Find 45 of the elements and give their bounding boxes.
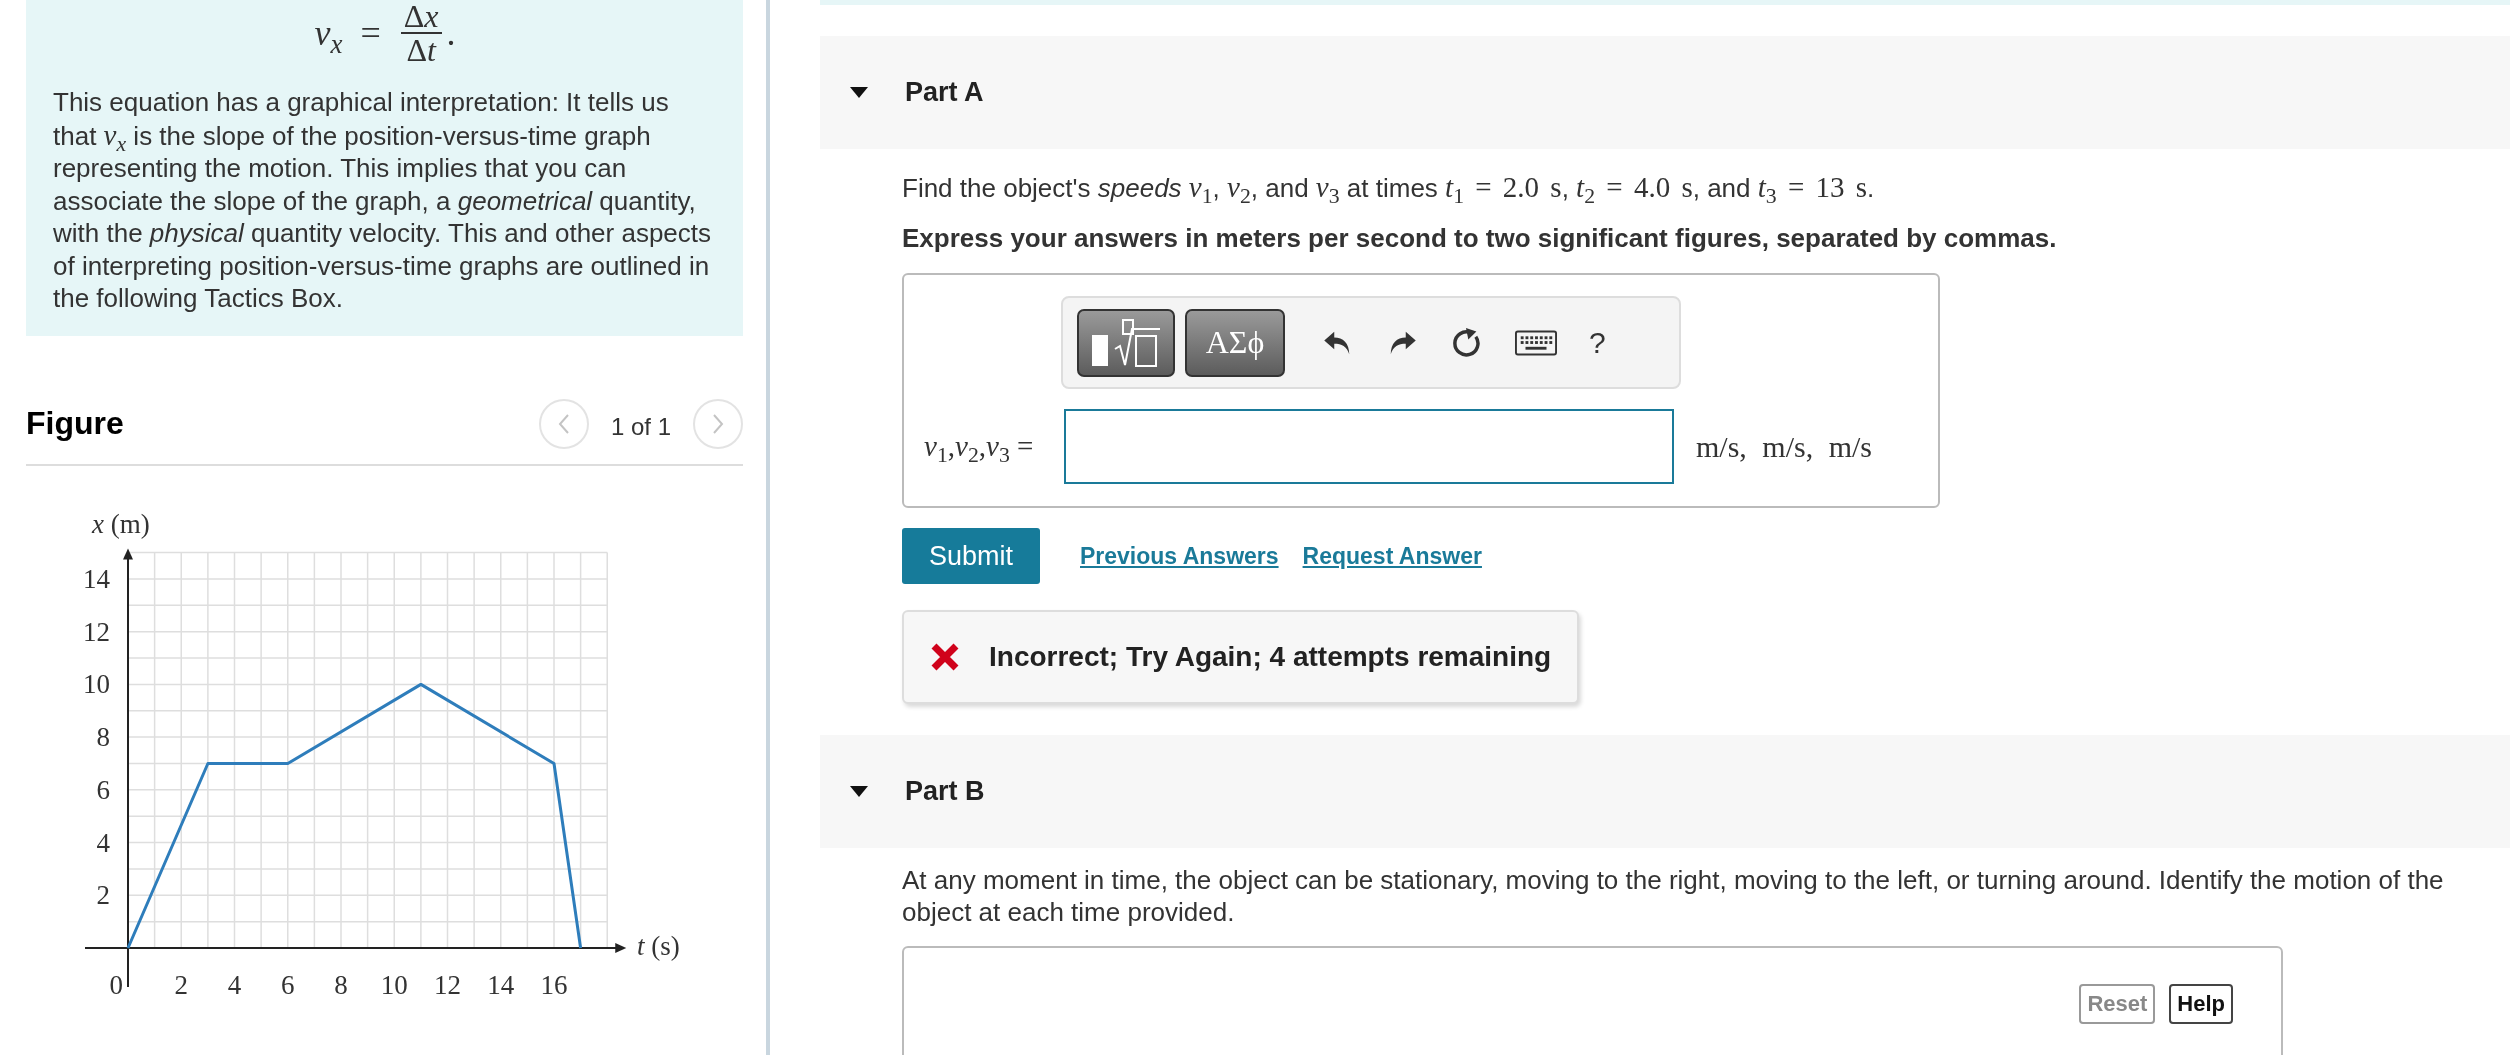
question-text: Find the object's speeds v$_{1}$, v$_{2}$, and v$_{3}$ at times t$_{1}$ = 2.0 s, t$_{2}$ = 4.0 s, and t$_{3}$ = 13 s.	[902, 171, 1876, 204]
chevron-right-icon	[712, 413, 724, 434]
axis-title: t (s)	[637, 930, 680, 961]
tick-label: 10	[380, 969, 408, 999]
tick-label: 6	[281, 969, 295, 999]
question-text: At any moment in time, the object can be stationary, moving to the right, moving to the left, or turning around. Identify the motion of the object at each time provided.	[902, 864, 2445, 928]
answer-link[interactable]: Request Answer	[1302, 542, 1482, 570]
info-paragraph: This equation has a graphical interpretation: It tells us that v$_{x}$ is the slope of the position-versus-time graph representing the motion. This implies that you can associate the slope of the graph, a geometrical quantity, with the physical quantity velocity. This and other aspects of interpreting position-versus-time graphs are outlined in the following Tactics Box.	[53, 86, 713, 315]
refresh-icon	[1451, 327, 1481, 358]
axis-title: x (m)	[92, 508, 150, 539]
templates-icon	[1091, 318, 1161, 367]
tick-label: 0	[109, 969, 123, 999]
tick-label: 16	[540, 969, 568, 999]
answer-link[interactable]: Previous Answers	[1080, 542, 1279, 570]
part-header[interactable]: Part B	[820, 735, 2510, 848]
tick-label: 2	[174, 969, 188, 999]
tick-label: 14	[83, 563, 110, 594]
chevron-left-icon	[557, 413, 570, 434]
templates-button[interactable]	[1077, 308, 1175, 377]
figure-title: Figure	[26, 405, 124, 442]
submit-button[interactable]: Submit	[902, 528, 1040, 584]
answer-label: v$_{1}$,v$_{2}$,v$_{3}$ =	[924, 430, 1035, 463]
units-label: m/s, m/s, m/s	[1696, 429, 1873, 464]
feedback-text: Incorrect; Try Again; 4 attempts remaining	[989, 641, 1552, 673]
keyboard-icon	[1515, 329, 1557, 356]
instruction-text: Express your answers in meters per second to two significant figures, separated by commas.	[902, 222, 2058, 254]
help-button[interactable]: ?	[1583, 319, 1612, 366]
input-field[interactable]	[1064, 409, 1674, 484]
caret-icon	[850, 786, 868, 797]
caret-icon	[850, 87, 868, 98]
tick-label: 2	[96, 879, 110, 910]
tick-label: 12	[434, 969, 461, 999]
tick-label: 8	[96, 721, 110, 752]
part-header[interactable]: Part A	[820, 36, 2510, 149]
symbols-button[interactable]: ΑΣϕ	[1185, 308, 1285, 377]
board-button[interactable]: Help	[2169, 984, 2233, 1024]
tick-label: 8	[334, 969, 348, 999]
tick-label: 6	[96, 774, 110, 805]
equation: v$_{x}$ = Δx Δt .	[313, 2, 457, 64]
tick-label: 12	[83, 616, 110, 647]
tick-label: 4	[227, 969, 242, 999]
tick-label: 10	[83, 668, 110, 699]
page-indicator: 1 of 1	[610, 412, 671, 441]
tick-label: 14	[487, 969, 515, 999]
tick-label: 4	[96, 827, 110, 858]
